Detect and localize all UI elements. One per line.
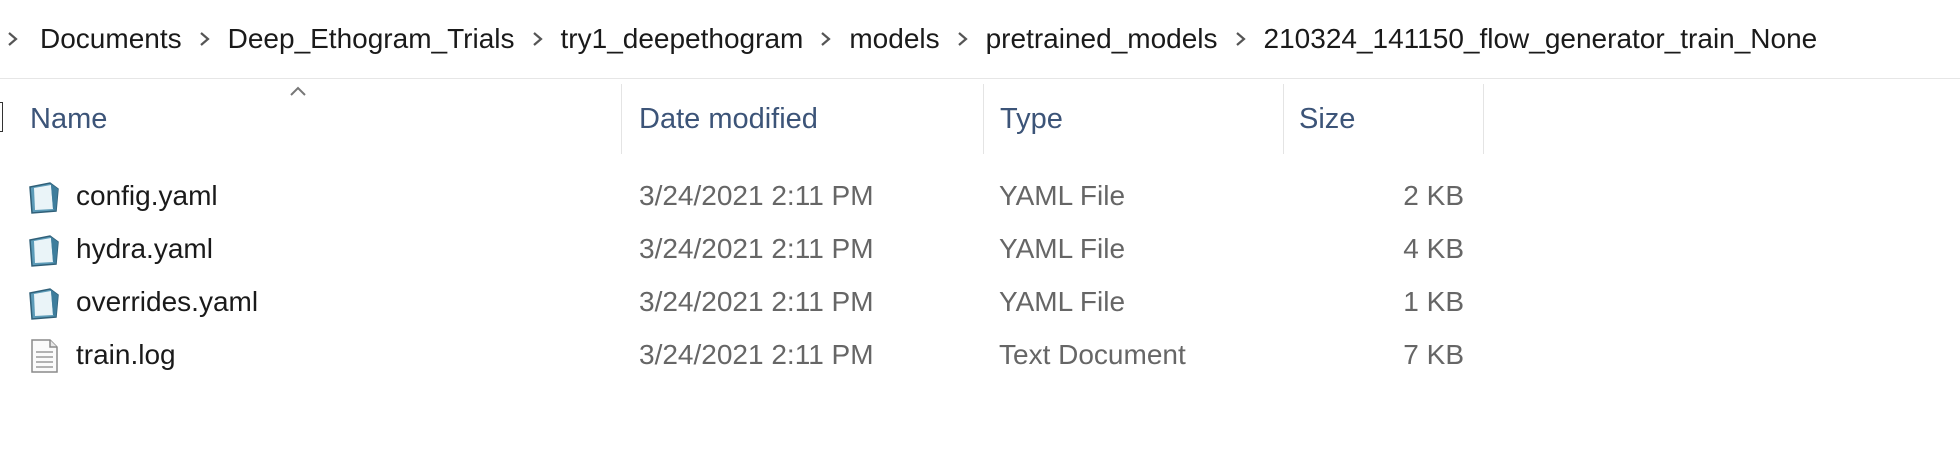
column-header-name-label: Name [30,102,108,135]
file-size: 1 KB [1403,285,1464,317]
column-header-name[interactable]: Name [0,84,622,154]
file-date: 3/24/2021 2:11 PM [639,232,874,264]
breadcrumb-item-try1-deepethogram[interactable]: try1_deepethogram [561,23,804,55]
file-row[interactable]: hydra.yaml 3/24/2021 2:11 PM YAML File 4… [0,222,1960,275]
column-header-row: Name Date modified Type Size [0,84,1960,154]
file-type: YAML File [999,179,1126,211]
file-row[interactable]: config.yaml 3/24/2021 2:11 PM YAML File … [0,169,1960,222]
column-header-type[interactable]: Type [984,84,1284,154]
chevron-right-icon[interactable] [1230,28,1252,50]
breadcrumb-item-models[interactable]: models [849,23,939,55]
breadcrumb-item-pretrained-models[interactable]: pretrained_models [986,23,1218,55]
breadcrumb-item-deep-ethogram-trials[interactable]: Deep_Ethogram_Trials [228,23,515,55]
chevron-right-icon[interactable] [527,28,549,50]
file-date: 3/24/2021 2:11 PM [639,179,874,211]
chevron-right-icon[interactable] [952,28,974,50]
chevron-right-icon[interactable] [815,28,837,50]
file-size: 7 KB [1403,338,1464,370]
file-date: 3/24/2021 2:11 PM [639,285,874,317]
file-date: 3/24/2021 2:11 PM [639,338,874,370]
chevron-right-icon[interactable] [194,28,216,50]
yaml-file-icon [26,179,62,215]
file-type: YAML File [999,285,1126,317]
column-header-type-label: Type [1000,102,1063,135]
column-header-date-modified[interactable]: Date modified [622,84,984,154]
column-header-date-label: Date modified [639,102,818,135]
file-name: config.yaml [76,179,218,211]
yaml-file-icon [26,232,62,268]
breadcrumb-item-current-folder[interactable]: 210324_141150_flow_generator_train_None [1264,23,1818,55]
file-row[interactable]: train.log 3/24/2021 2:11 PM Text Documen… [0,328,1960,381]
column-header-size-label: Size [1299,102,1356,135]
file-type: YAML File [999,232,1126,264]
file-name: hydra.yaml [76,232,213,264]
text-file-icon [26,338,62,374]
column-header-size[interactable]: Size [1284,84,1484,154]
file-name: train.log [76,338,176,370]
breadcrumb-item-documents[interactable]: Documents [40,23,182,55]
file-type: Text Document [999,338,1186,370]
file-size: 2 KB [1403,179,1464,211]
file-name: overrides.yaml [76,285,259,317]
breadcrumb: Documents Deep_Ethogram_Trials try1_deep… [0,0,1960,79]
file-size: 4 KB [1403,232,1464,264]
chevron-right-icon[interactable] [2,28,24,50]
yaml-file-icon [26,285,62,321]
file-row[interactable]: overrides.yaml 3/24/2021 2:11 PM YAML Fi… [0,275,1960,328]
